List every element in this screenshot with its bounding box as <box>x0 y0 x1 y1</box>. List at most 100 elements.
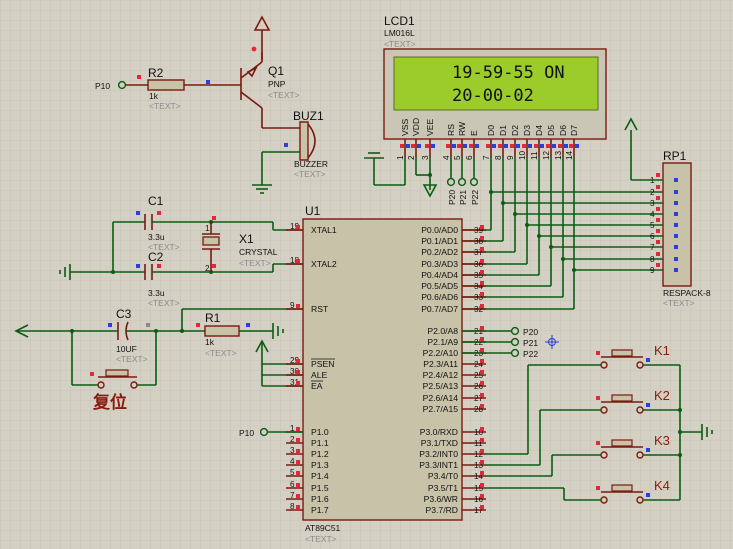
lcd-pin-name: VDD <box>411 118 421 136</box>
lcd-pin-number: 11 <box>530 151 539 160</box>
mcu-pin-name: P3.5/T1 <box>428 483 458 493</box>
mcu-pin-p0-5-ad5: P0.5/AD5 34 <box>421 281 486 291</box>
rp1-model: RESPACK-8 <box>663 288 711 298</box>
mcu-pin-name: EA <box>311 381 323 391</box>
c2-text: <TEXT> <box>148 298 180 308</box>
mcu-pin-p2-5-a13: P2.5/A13 26 <box>423 381 486 391</box>
mcu-pin-p3-4-t0: P3.4/T0 14 <box>428 471 486 481</box>
lcd-pin-name: E <box>469 130 479 136</box>
lcd-pin-name: D3 <box>522 125 532 136</box>
lcd-pin-name: D6 <box>558 125 568 136</box>
r1-ref: R1 <box>205 311 221 325</box>
lcd-pin-number: 8 <box>494 155 503 160</box>
mcu-pin-p3-3-int1: P3.3/INT1 13 <box>419 460 486 470</box>
mcu-pin-name: P2.5/A13 <box>423 381 459 391</box>
mcu-pin-p3-6-wr: P3.6/WR 16 <box>424 494 486 504</box>
mcu-pin-name: XTAL1 <box>311 225 337 235</box>
lcd-ref: LCD1 <box>384 14 415 28</box>
mcu-pin-name: P1.6 <box>311 494 329 504</box>
mcu-pin-number: 2 <box>290 435 295 444</box>
lcd-pin-number: 12 <box>542 150 551 160</box>
mcu-pin-name: P0.3/AD3 <box>421 259 458 269</box>
mcu-pin-p3-7-rd: P3.7/RD 17 <box>426 505 486 515</box>
mcu-pin-p0-1-ad1: P0.1/AD1 38 <box>421 236 486 246</box>
mcu-pin-name: P3.0/RXD <box>420 427 458 437</box>
r2-text: <TEXT> <box>149 101 181 111</box>
net-p22: P22 <box>523 349 538 359</box>
lcd-pin-name: RW <box>457 121 467 136</box>
buz-text: <TEXT> <box>294 169 326 179</box>
mcu-pin-name: PSEN <box>311 359 334 369</box>
mcu-pin-name: P2.6/A14 <box>423 393 459 403</box>
net-p20-lcd: P20 <box>447 190 457 205</box>
mcu-pin-name: P0.5/AD5 <box>421 281 458 291</box>
rp1-pin-number: 2 <box>650 188 655 197</box>
mcu-pin-name: P3.6/WR <box>424 494 458 504</box>
mcu-pin-name: P2.7/A15 <box>423 404 459 414</box>
mcu-pin-name: P0.4/AD4 <box>421 270 458 280</box>
mcu-pin-number: 5 <box>290 468 295 477</box>
key-label: K3 <box>654 433 670 448</box>
lcd-pin-name: D4 <box>534 125 544 136</box>
rp1-pin-number: 3 <box>650 199 655 208</box>
mcu-pin-name: P1.7 <box>311 505 329 515</box>
mcu-pin-p2-6-a14: P2.6/A14 27 <box>423 393 486 403</box>
p10-net-mcu: P10 <box>239 428 254 438</box>
mcu-pin-p3-5-t1: P3.5/T1 15 <box>428 483 486 493</box>
c3-value: 10UF <box>116 344 137 354</box>
mcu-pin-p0-3-ad3: P0.3/AD3 36 <box>421 259 486 269</box>
mcu-pin-name: P3.4/T0 <box>428 471 458 481</box>
mcu-pin-name: P1.1 <box>311 438 329 448</box>
lcd-pin-number: 10 <box>518 150 527 160</box>
x1-pin2: 2 <box>205 264 210 273</box>
mcu-pin-number: 6 <box>290 480 295 489</box>
mcu-pin-name: P1.3 <box>311 460 329 470</box>
net-p21: P21 <box>523 338 538 348</box>
rp1-pin-number: 9 <box>650 266 655 275</box>
lcd-pin-number: 14 <box>565 150 574 160</box>
net-p22-lcd: P22 <box>470 190 480 205</box>
lcd-pin-number: 2 <box>407 155 416 160</box>
mcu-pin-name: P1.0 <box>311 427 329 437</box>
key-label: K4 <box>654 478 670 493</box>
lcd-pin-number: 6 <box>465 155 474 160</box>
lcd-line1: 19-59-55 ON <box>452 63 565 83</box>
r2-ref: R2 <box>148 66 164 80</box>
key-label: K2 <box>654 388 670 403</box>
q1-type: PNP <box>268 79 286 89</box>
mcu-pin-p0-7-ad7: P0.7/AD7 32 <box>421 304 486 314</box>
x1-pin1: 1 <box>205 224 210 233</box>
lcd-text: <TEXT> <box>384 39 416 49</box>
mcu-pin-number: 7 <box>290 491 295 500</box>
mcu-pin-p0-4-ad4: P0.4/AD4 35 <box>421 270 486 280</box>
lcd-pin-number: 3 <box>421 155 430 160</box>
c3-ref: C3 <box>116 307 132 321</box>
mcu-pin-name: P2.4/A12 <box>423 370 459 380</box>
mcu-pin-number: 9 <box>290 301 295 310</box>
c2-value: 3.3u <box>148 288 165 298</box>
rp1-pin-number: 5 <box>650 221 655 230</box>
lcd-pin-number: 1 <box>396 155 405 160</box>
mcu-pin-number: 8 <box>290 502 295 511</box>
mcu-pin-name: ALE <box>311 370 328 380</box>
lcd-pin-number: 4 <box>442 155 451 160</box>
c1-ref: C1 <box>148 194 164 208</box>
lcd-pin-name: VSS <box>400 119 410 136</box>
mcu-pin-name: P3.2/INT0 <box>419 449 458 459</box>
mcu-pin-p0-2-ad2: P0.2/AD2 37 <box>421 247 486 257</box>
mcu-pin-p0-0-ad0: P0.0/AD0 39 <box>421 225 486 235</box>
lcd-pin-name: RS <box>446 124 456 136</box>
lcd-pin-name: VEE <box>425 119 435 136</box>
mcu-pin-name: P1.4 <box>311 471 329 481</box>
mcu-pin-p0-6-ad6: P0.6/AD6 33 <box>421 292 486 302</box>
lcd-model: LM016L <box>384 28 415 38</box>
x1-text: <TEXT> <box>239 258 271 268</box>
mcu-pin-number: 4 <box>290 457 295 466</box>
rp1-pin-number: 4 <box>650 210 655 219</box>
mcu-pin-number: 3 <box>290 446 295 455</box>
net-p21-lcd: P21 <box>458 190 468 205</box>
mcu-pin-p3-0-rxd: P3.0/RXD 10 <box>420 427 486 437</box>
mcu-pin-name: P0.2/AD2 <box>421 247 458 257</box>
mcu-pin-name: RST <box>311 304 329 314</box>
q1-ref: Q1 <box>268 64 284 78</box>
